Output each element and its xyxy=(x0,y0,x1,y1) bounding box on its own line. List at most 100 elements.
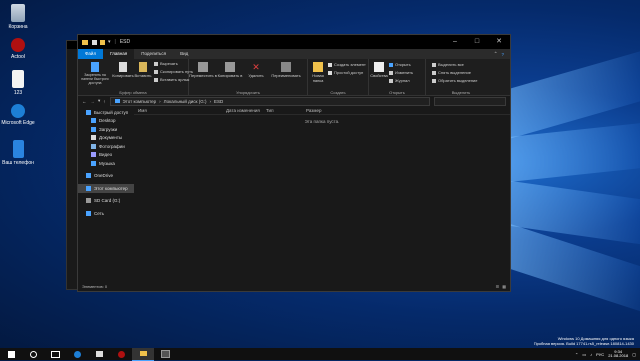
qat-properties-icon[interactable] xyxy=(92,39,97,45)
close-button[interactable]: ✕ xyxy=(488,35,510,49)
breadcrumb-item[interactable]: ESD xyxy=(214,99,223,104)
history-icon xyxy=(389,78,393,83)
nav-item-desktop[interactable]: Desktop xyxy=(78,117,134,126)
breadcrumb-item[interactable]: Локальный диск (G:) xyxy=(164,99,207,104)
paste-button[interactable]: Вставить xyxy=(134,59,152,78)
taskbar-store[interactable] xyxy=(88,348,110,360)
invert-selection-icon xyxy=(432,78,436,83)
qat-dropdown-icon[interactable]: ▾ xyxy=(108,39,111,45)
maximize-button[interactable]: □ xyxy=(466,35,488,49)
ribbon-tabs: Файл Главная Поделиться Вид ⌃ ? xyxy=(78,49,510,59)
pictures-icon xyxy=(91,143,96,149)
move-to-button[interactable]: Переместить в xyxy=(189,59,217,78)
notifications-icon[interactable]: ▢ xyxy=(632,352,636,357)
tiles-view-icon[interactable]: ▦ xyxy=(502,284,506,289)
tray-expand-icon[interactable]: ⌃ xyxy=(575,352,578,357)
copy-path-button[interactable]: Скопировать путь xyxy=(154,69,193,74)
nav-item-videos[interactable]: Видео xyxy=(78,151,134,160)
ribbon-group-clipboard: Закрепить на панели быстрого доступа Коп… xyxy=(78,59,193,95)
nav-item-quick-access[interactable]: Быстрый доступ xyxy=(78,108,134,117)
desktop-icon-recycle-bin[interactable]: Корзина xyxy=(0,4,40,30)
folder-icon xyxy=(139,351,147,356)
nav-item-onedrive[interactable]: OneDrive xyxy=(78,172,134,181)
nav-item-this-pc[interactable]: Этот компьютер xyxy=(78,184,134,193)
tab-view[interactable]: Вид xyxy=(173,49,195,59)
qat-new-folder-icon[interactable] xyxy=(100,39,105,45)
taskbar-edge[interactable] xyxy=(66,348,88,360)
help-icon[interactable]: ? xyxy=(501,52,510,57)
new-item-button[interactable]: Создать элемент xyxy=(328,62,366,67)
desktop-icon-edge[interactable]: Microsoft Edge xyxy=(0,104,40,126)
cut-button[interactable]: Вырезать xyxy=(154,61,178,66)
invert-selection-button[interactable]: Обратить выделение xyxy=(432,78,478,83)
tab-share[interactable]: Поделиться xyxy=(134,49,173,59)
new-folder-button[interactable]: Новая папка xyxy=(308,59,328,83)
copy-button[interactable]: Копировать xyxy=(112,59,134,78)
desktop-icon-123[interactable]: 123 xyxy=(0,70,40,96)
minimize-button[interactable]: – xyxy=(444,35,466,49)
breadcrumb-item[interactable]: Этот компьютер xyxy=(123,99,157,104)
search-input[interactable] xyxy=(434,96,506,106)
title-separator: | xyxy=(114,39,116,45)
edit-button[interactable]: Изменить xyxy=(389,70,413,75)
paste-shortcut-button[interactable]: Вставить ярлык xyxy=(154,77,189,82)
nav-item-network[interactable]: Сеть xyxy=(78,209,134,218)
clock[interactable]: 9:34 21.08.2018 xyxy=(608,349,628,359)
forward-button[interactable]: → xyxy=(91,99,96,104)
rename-button[interactable]: Переименовать xyxy=(269,59,303,78)
taskbar-explorer[interactable] xyxy=(132,347,154,361)
column-header-name[interactable]: Имя xyxy=(134,108,226,113)
details-view-icon[interactable]: ☰ xyxy=(496,284,500,289)
edge-icon xyxy=(11,104,25,118)
nav-item-downloads[interactable]: Загрузки xyxy=(78,125,134,134)
desktop-icon-your-phone[interactable]: Ваш телефон xyxy=(0,140,40,166)
ribbon-group-open: Свойства Открыть Изменить Журнал Открыть xyxy=(369,59,426,95)
desktop-icon-label: Actool xyxy=(11,54,25,60)
ribbon-collapse-icon[interactable]: ⌃ xyxy=(494,51,502,57)
ribbon-group-organize: Переместить в Копировать в ✕ Удалить Пер… xyxy=(189,59,308,95)
language-indicator[interactable]: РУС xyxy=(596,352,604,357)
tab-file[interactable]: Файл xyxy=(78,49,104,59)
history-button[interactable]: Журнал xyxy=(389,78,410,83)
task-view-button[interactable] xyxy=(44,348,66,360)
start-button[interactable] xyxy=(0,348,22,360)
desktop-icon-actool[interactable]: Actool xyxy=(0,38,40,60)
back-button[interactable]: ← xyxy=(82,99,87,104)
properties-button[interactable]: Свойства xyxy=(369,59,389,78)
column-header-date[interactable]: Дата изменения xyxy=(226,108,266,113)
explorer-window[interactable]: ▾ | ESD – □ ✕ Файл Главная Поделиться Ви… xyxy=(77,34,511,292)
video-icon xyxy=(91,152,96,158)
delete-button[interactable]: ✕ Удалить xyxy=(245,59,267,78)
title-bar[interactable]: ▾ | ESD – □ ✕ xyxy=(78,35,510,49)
volume-icon[interactable]: ♪ xyxy=(590,352,592,357)
open-button[interactable]: Открыть xyxy=(389,62,411,67)
select-none-button[interactable]: Снять выделение xyxy=(432,70,471,75)
pin-quick-access-button[interactable]: Закрепить на панели быстрого доступа xyxy=(78,59,112,85)
network-tray-icon[interactable]: ▭ xyxy=(582,352,586,357)
select-all-button[interactable]: Выделить все xyxy=(432,62,464,67)
navigation-pane[interactable]: Быстрый доступ Desktop Загрузки Документ… xyxy=(78,106,134,291)
tab-home[interactable]: Главная xyxy=(103,49,135,59)
nav-item-music[interactable]: Музыка xyxy=(78,159,134,168)
group-label: Создать xyxy=(330,90,346,95)
desktop-icon-label: 123 xyxy=(13,90,23,96)
search-button[interactable] xyxy=(22,348,44,360)
column-header-type[interactable]: Тип xyxy=(266,108,306,113)
recent-dropdown[interactable]: ▾ xyxy=(98,98,100,104)
nav-item-sd-card[interactable]: SD Card (G:) xyxy=(78,197,134,206)
taskbar-media[interactable] xyxy=(110,348,132,360)
ribbon-group-create: Новая папка Создать элемент Простой дост… xyxy=(308,59,369,95)
open-icon xyxy=(389,62,393,67)
column-header-size[interactable]: Размер xyxy=(306,108,346,113)
up-button[interactable]: ↑ xyxy=(103,99,105,104)
nav-item-documents[interactable]: Документы xyxy=(78,134,134,143)
file-list[interactable]: Имя Дата изменения Тип Размер Эта папка … xyxy=(134,106,510,291)
address-bar[interactable]: Этот компьютер › Локальный диск (G:) › E… xyxy=(109,96,430,106)
content-area: Быстрый доступ Desktop Загрузки Документ… xyxy=(78,106,510,291)
move-icon xyxy=(198,62,208,72)
copy-to-button[interactable]: Копировать в xyxy=(217,59,243,78)
easy-access-button[interactable]: Простой доступ xyxy=(328,70,363,75)
taskbar-terminal[interactable] xyxy=(154,348,176,360)
group-label: Буфер обмена xyxy=(119,90,147,95)
nav-item-pictures[interactable]: Фотографии xyxy=(78,142,134,151)
